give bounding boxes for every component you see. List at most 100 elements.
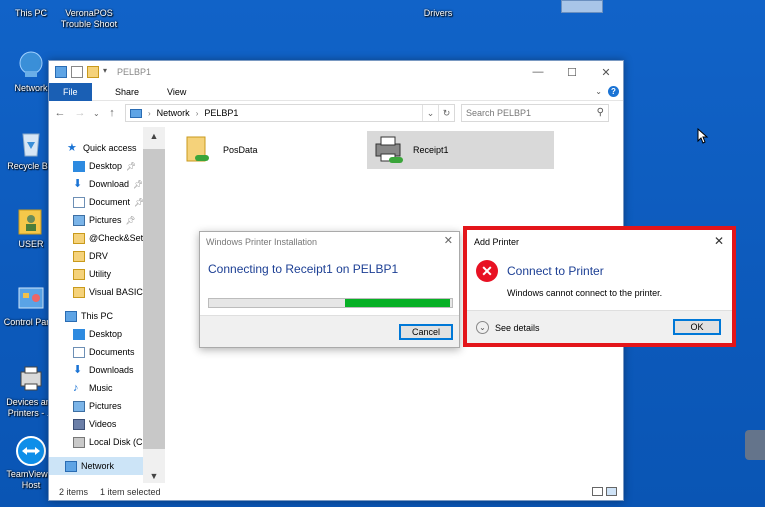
nav-label: DRV [89,251,108,261]
computer-icon [65,310,77,322]
devices-printers-icon [20,366,42,391]
disk-icon [73,436,85,448]
refresh-icon[interactable]: ↻ [438,105,454,121]
user-folder-icon [18,209,42,235]
scrollbar-thumb[interactable] [143,149,165,449]
pin-icon: 📌︎ [133,179,144,189]
search-icon: ⚲ [596,107,604,118]
forward-icon[interactable]: → [73,107,87,119]
shared-folder-icon [186,136,209,162]
nav-scrollbar[interactable]: ▲ ▼ [143,127,165,483]
address-bar[interactable]: › Network › PELBP1 ⌄ ↻ [125,104,455,122]
file-item-posdata[interactable]: PosData [177,131,352,169]
recycle-bin-icon [22,133,40,157]
folder-icon [73,286,85,298]
dialog-footer: ⌄ See details OK [467,310,732,343]
error-heading: Connect to Printer [507,264,604,278]
document-icon [73,196,85,208]
help-icon[interactable]: ? [608,86,619,97]
desktop-icon-veronapos[interactable]: VeronaPOS Trouble Shoot [58,0,120,30]
nav-label: Network [81,461,115,471]
desktop-icon-drivers[interactable]: Drivers [407,0,469,19]
taskbar-widget[interactable] [561,0,603,13]
nav-label: Videos [89,419,117,429]
minimize-button[interactable]: — [521,61,555,83]
file-name: PosData [223,145,258,155]
see-details-label: See details [495,322,540,333]
star-icon: ★ [67,141,77,154]
up-icon[interactable]: ↑ [105,107,119,119]
scroll-up-icon[interactable]: ▲ [143,131,165,141]
download-icon: ⬇ [73,363,83,376]
file-item-receipt1[interactable]: Receipt1 [367,131,554,169]
error-message: Windows cannot connect to the printer. [507,288,663,298]
expand-ribbon-icon[interactable]: ⌄ [595,87,602,96]
nav-label: This PC [81,311,114,321]
back-icon[interactable]: ← [53,107,67,119]
folder-icon [73,268,85,280]
search-input[interactable]: Search PELBP1 ⚲ [461,104,609,122]
nav-label: Music [89,383,113,393]
videos-icon [73,418,85,430]
printer-icon [375,136,403,163]
see-details-toggle[interactable]: ⌄ See details [476,321,540,334]
mouse-cursor-icon [697,128,709,144]
pictures-icon [73,214,85,226]
desktop-icon-label: VeronaPOS Trouble Shoot [60,8,118,29]
title-bar: ▾ PELBP1 — ☐ ✕ [49,61,623,83]
tab-share[interactable]: Share [101,83,153,101]
window-controls: — ☐ ✕ [521,61,623,83]
large-icons-view-icon[interactable] [606,487,617,496]
quick-access-toolbar: ▾ [55,66,109,78]
tab-view[interactable]: View [153,83,200,101]
maximize-button[interactable]: ☐ [555,61,589,83]
folder-icon [73,232,85,244]
side-tab-widget[interactable] [745,430,765,460]
chevron-down-icon[interactable]: ▾ [103,66,109,78]
desktop-icon-label: Drivers [423,8,453,18]
pin-icon: 📌︎ [126,161,137,171]
cancel-button[interactable]: Cancel [399,324,453,340]
breadcrumb-separator-icon: › [148,108,151,118]
close-icon[interactable]: ✕ [714,234,724,248]
nav-label: Document [89,197,131,207]
nav-label: Pictures [89,215,122,225]
nav-label: Quick access [83,143,137,153]
computer-icon[interactable] [55,66,67,78]
nav-label: Download [89,179,130,189]
file-name: Receipt1 [413,145,449,155]
tab-file[interactable]: File [49,82,92,101]
address-dropdown-icon[interactable]: ⌄ [422,105,438,121]
nav-label: Desktop [89,329,123,339]
chevron-down-icon: ⌄ [476,321,489,334]
new-folder-icon[interactable] [87,66,99,78]
status-bar: 2 items 1 item selected [49,484,623,500]
breadcrumb-network[interactable]: Network [157,108,190,118]
desktop-icon-this-pc[interactable]: This PC [0,0,62,19]
close-icon[interactable]: ✕ [444,234,453,247]
close-button[interactable]: ✕ [589,61,623,83]
recent-locations-icon[interactable]: ⌄ [93,109,100,118]
desktop-icon [73,160,85,172]
nav-label: Downloads [89,365,134,375]
dialog-title: Add Printer [474,237,520,247]
ok-button[interactable]: OK [673,319,721,335]
scroll-down-icon[interactable]: ▼ [143,471,165,481]
ribbon-tabs: File Home Share View ⌄ ? [49,82,623,101]
nav-network[interactable]: Network [49,457,143,475]
search-placeholder: Search PELBP1 [466,108,532,118]
breadcrumb-pelbp1[interactable]: PELBP1 [204,108,238,118]
dialog-footer: Cancel [200,315,459,347]
properties-icon[interactable] [71,66,83,78]
download-icon: ⬇ [73,177,83,190]
desktop-icon [73,328,85,340]
desktop-icon-label: This PC [14,8,47,18]
network-icon [19,51,43,77]
network-icon [65,460,77,472]
window-title: PELBP1 [117,67,152,77]
progress-bar-fill [345,299,450,307]
dialog-title-bar: Windows Printer Installation ✕ [200,232,459,250]
pin-icon: 📌︎ [125,215,136,225]
nav-label: Documents [89,347,135,357]
details-view-icon[interactable] [592,487,603,496]
